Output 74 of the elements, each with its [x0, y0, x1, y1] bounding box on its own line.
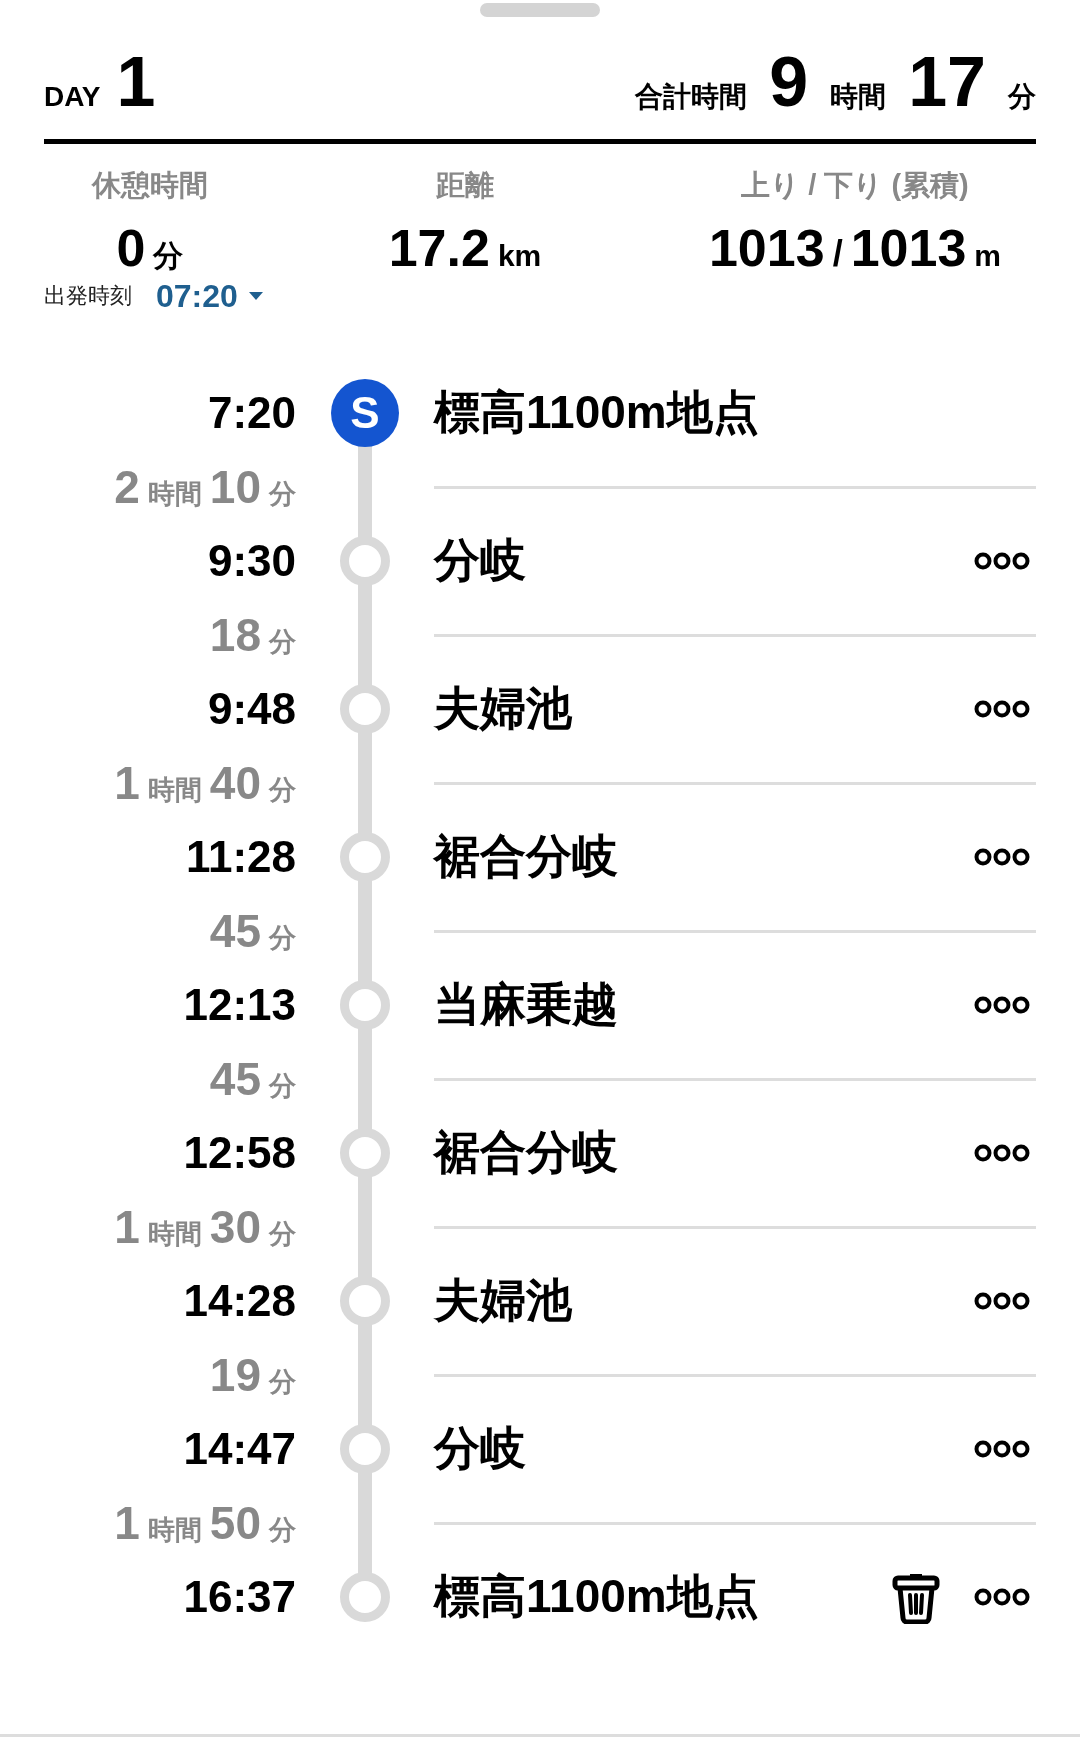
leg-minutes-unit: 分	[269, 1514, 296, 1547]
stat-unit: 分	[153, 238, 184, 274]
leg-minutes: 19	[209, 1348, 261, 1402]
minutes-unit: 分	[1008, 80, 1036, 114]
leg-minutes-unit: 分	[269, 1070, 296, 1103]
leg-hours: 1	[114, 756, 140, 810]
leg-minutes: 45	[209, 904, 261, 958]
leg-hours-unit: 時間	[147, 478, 202, 511]
caret-icon	[247, 291, 264, 301]
more-icon[interactable]	[974, 551, 1030, 571]
stop-time: 12:58	[183, 1128, 296, 1178]
leg-hours-unit: 時間	[147, 774, 202, 807]
stat-value: 1013	[850, 218, 967, 278]
stop-name[interactable]: 標高1100m地点	[434, 1566, 892, 1628]
leg-minutes-unit: 分	[269, 922, 296, 955]
leg-minutes-unit: 分	[269, 1366, 296, 1399]
total-hours: 9	[769, 47, 809, 117]
leg-hours: 1	[114, 1200, 140, 1254]
leg-minutes-unit: 分	[269, 774, 296, 807]
more-icon[interactable]	[974, 1587, 1030, 1607]
leg-hours-unit: 時間	[147, 1514, 202, 1547]
leg-minutes: 50	[209, 1496, 261, 1550]
stat-separator: /	[832, 233, 843, 275]
day-label: DAY	[44, 81, 101, 113]
more-icon[interactable]	[974, 995, 1030, 1015]
stop-time: 9:30	[207, 536, 296, 586]
leg-minutes-unit: 分	[269, 626, 296, 659]
stop-time: 14:47	[183, 1424, 296, 1474]
more-icon[interactable]	[974, 1143, 1030, 1163]
total-time-label: 合計時間	[635, 80, 748, 114]
stat-value: 1013	[708, 218, 825, 278]
leg-hours: 1	[114, 1496, 140, 1550]
stop-name[interactable]: 裾合分岐	[434, 1122, 974, 1184]
leg-minutes-unit: 分	[269, 1218, 296, 1251]
leg-minutes: 30	[209, 1200, 261, 1254]
day-number: 1	[116, 47, 156, 117]
waypoint-marker	[340, 1572, 390, 1622]
stop-name[interactable]: 裾合分岐	[434, 826, 974, 888]
drag-handle[interactable]	[480, 3, 600, 17]
start-marker: S	[331, 379, 399, 447]
more-icon[interactable]	[974, 1291, 1030, 1311]
total-minutes: 17	[908, 47, 986, 117]
leg-minutes: 40	[209, 756, 261, 810]
stop-time: 12:13	[183, 980, 296, 1030]
stop-time: 11:28	[185, 832, 296, 882]
stop-time: 14:28	[183, 1276, 296, 1326]
stop-name[interactable]: 当麻乗越	[434, 974, 974, 1036]
stat-unit: km	[497, 239, 542, 273]
hours-unit: 時間	[830, 80, 887, 114]
stop-name[interactable]: 分岐	[434, 1418, 974, 1480]
departure-label: 出発時刻	[44, 282, 132, 310]
leg-minutes: 18	[209, 608, 261, 662]
more-icon[interactable]	[974, 847, 1030, 867]
leg-minutes: 45	[209, 1052, 261, 1106]
stat-unit: m	[974, 239, 1002, 273]
leg-minutes-unit: 分	[269, 478, 296, 511]
more-icon[interactable]	[974, 699, 1030, 719]
more-icon[interactable]	[974, 1439, 1030, 1459]
leg-hours-unit: 時間	[147, 1218, 202, 1251]
stop-name[interactable]: 夫婦池	[434, 678, 974, 740]
leg-hours: 2	[114, 460, 140, 514]
stop-name[interactable]: 夫婦池	[434, 1270, 974, 1332]
leg-minutes: 10	[209, 460, 261, 514]
stop-time: 16:37	[183, 1572, 296, 1622]
stop-time: 9:48	[207, 684, 296, 734]
stat-label: 休憩時間	[92, 168, 208, 203]
departure-time-dropdown[interactable]: 07:20	[156, 277, 264, 315]
stat-value: 0	[116, 218, 146, 278]
stop-name[interactable]: 分岐	[434, 530, 974, 592]
stat-label: 距離	[436, 168, 494, 203]
stop-name[interactable]: 標高1100m地点	[434, 382, 1030, 444]
stat-value: 17.2	[388, 218, 490, 278]
stop-time: 7:20	[207, 388, 296, 438]
stat-label: 上り / 下り (累積)	[741, 168, 969, 203]
